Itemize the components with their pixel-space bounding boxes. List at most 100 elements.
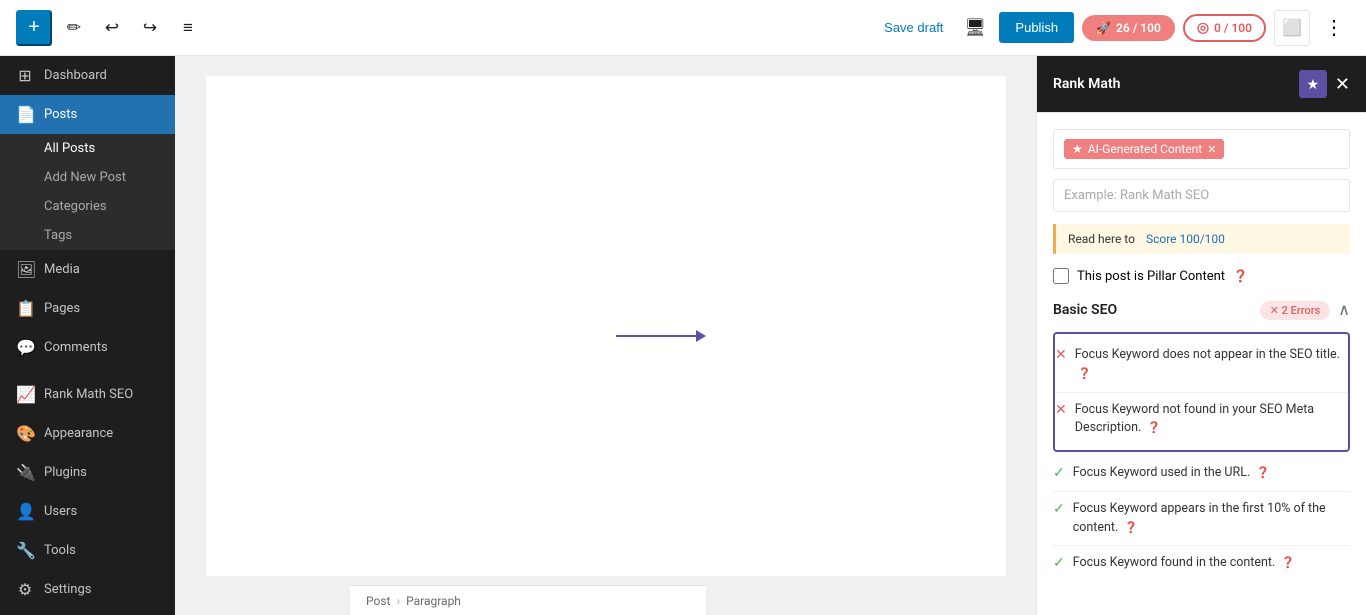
check-text-5: Focus Keyword found in the content. ❓ [1073, 554, 1350, 573]
section-toggle-button[interactable]: ∧ [1338, 300, 1350, 320]
sidebar-item-comments[interactable]: 💬 Comments [0, 328, 175, 367]
keyword-remove-button[interactable]: ✕ [1207, 143, 1216, 156]
tools-icon: 🔧 [16, 541, 34, 560]
help-icon-5[interactable]: ❓ [1281, 556, 1295, 569]
undo-button[interactable]: ↩ [96, 12, 128, 44]
collapse-menu-button[interactable]: ◀ Collapse menu [0, 609, 175, 615]
toolbar-right: Save draft 🖥 Publish 🚀 26 / 100 ◎ 0 / 10… [876, 10, 1350, 46]
pillar-help-icon[interactable]: ❓ [1233, 269, 1248, 283]
list-view-icon[interactable]: ≡ [172, 12, 204, 44]
sidebar-item-appearance[interactable]: 🎨 Appearance [0, 414, 175, 453]
sidebar-item-pages[interactable]: 📋 Pages [0, 289, 175, 328]
pillar-label: This post is Pillar Content [1077, 269, 1225, 284]
check-text-2: Focus Keyword not found in your SEO Meta… [1075, 401, 1348, 439]
editor-canvas[interactable] [206, 76, 1006, 576]
keyword-tag: ★ AI-Generated Content ✕ [1064, 139, 1224, 159]
sidebar-all-posts[interactable]: All Posts [0, 134, 175, 163]
posts-icon: 📄 [16, 105, 34, 124]
score-tip: Read here to Score 100/100 [1053, 224, 1350, 254]
seo-check-item: ✓ Focus Keyword found in the content. ❓ [1053, 546, 1350, 581]
seo-check-item: ✕ Focus Keyword not found in your SEO Me… [1055, 393, 1348, 447]
more-options-button[interactable]: ⋮ [1318, 12, 1350, 44]
help-icon-3[interactable]: ❓ [1256, 466, 1270, 479]
sidebar-rank-math-label: Rank Math SEO [44, 387, 133, 402]
sidebar-add-new[interactable]: Add New Post [0, 163, 175, 192]
panel-title: Rank Math [1053, 76, 1120, 92]
sidebar-posts-submenu: All Posts Add New Post Categories Tags [0, 134, 175, 250]
toolbar-left: + ✏ ↩ ↪ ≡ [16, 10, 204, 46]
breadcrumb-paragraph: Paragraph [406, 594, 461, 608]
seo-score-badge-red[interactable]: ◎ 0 / 100 [1183, 14, 1266, 42]
sidebar-users-label: Users [44, 504, 77, 519]
sidebar-item-posts[interactable]: 📄 Posts [0, 95, 175, 134]
error-icon-2: ✕ [1055, 402, 1067, 418]
split-view-button[interactable]: ⬜ [1274, 10, 1310, 46]
users-icon: 👤 [16, 502, 34, 521]
success-icon-5: ✓ [1053, 555, 1065, 571]
seo-check-item: ✓ Focus Keyword appears in the first 10%… [1053, 492, 1350, 547]
arrow-head [696, 330, 706, 342]
monitor-icon[interactable]: 🖥 [959, 12, 991, 44]
circle-icon: ◎ [1197, 20, 1209, 36]
sidebar-item-plugins[interactable]: 🔌 Plugins [0, 453, 175, 492]
score-tip-text: Read here to [1068, 232, 1135, 246]
rank-math-icon: 📈 [16, 385, 34, 404]
sidebar-tools-label: Tools [44, 543, 76, 558]
sidebar-posts-label: Posts [44, 107, 77, 122]
top-toolbar: + ✏ ↩ ↪ ≡ Save draft 🖥 Publish 🚀 26 / 10… [0, 0, 1366, 56]
publish-button[interactable]: Publish [999, 12, 1074, 43]
edit-icon[interactable]: ✏ [58, 12, 90, 44]
sidebar-appearance-label: Appearance [44, 426, 113, 441]
breadcrumb-post: Post [366, 594, 390, 608]
dashboard-icon: ⊞ [16, 66, 34, 85]
sidebar-item-rank-math[interactable]: 📈 Rank Math SEO [0, 375, 175, 414]
sidebar-item-tools[interactable]: 🔧 Tools [0, 531, 175, 570]
seo-checks-list: ✕ Focus Keyword does not appear in the S… [1053, 332, 1350, 581]
check-text-1: Focus Keyword does not appear in the SEO… [1075, 346, 1348, 384]
save-draft-button[interactable]: Save draft [876, 14, 951, 41]
keyword-placeholder-field[interactable]: Example: Rank Math SEO [1053, 179, 1350, 212]
basic-seo-title: Basic SEO [1053, 302, 1117, 318]
breadcrumb-separator: › [396, 594, 400, 608]
panel-header-actions: ★ ✕ [1299, 70, 1350, 98]
sidebar-categories[interactable]: Categories [0, 192, 175, 221]
editor-area[interactable]: Post › Paragraph [175, 56, 1036, 615]
keyword-tag-text: AI-Generated Content [1088, 142, 1202, 156]
help-icon-4[interactable]: ❓ [1124, 521, 1138, 534]
seo-score-value-red: 0 / 100 [1214, 21, 1252, 35]
check-text-3: Focus Keyword used in the URL. ❓ [1073, 464, 1350, 483]
seo-score-badge-orange[interactable]: 🚀 26 / 100 [1082, 15, 1175, 41]
sidebar-plugins-label: Plugins [44, 465, 87, 480]
error-badge: ✕ 2 Errors [1260, 301, 1331, 320]
success-icon-3: ✓ [1053, 465, 1065, 481]
error-icon-1: ✕ [1055, 347, 1067, 363]
comments-icon: 💬 [16, 338, 34, 357]
seo-check-item: ✕ Focus Keyword does not appear in the S… [1055, 338, 1348, 393]
seo-score-value-orange: 26 / 100 [1116, 21, 1161, 35]
appearance-icon: 🎨 [16, 424, 34, 443]
plugins-icon: 🔌 [16, 463, 34, 482]
sidebar-dashboard-label: Dashboard [44, 68, 107, 83]
sidebar-tags[interactable]: Tags [0, 221, 175, 250]
sidebar-media-label: Media [44, 262, 80, 277]
pillar-checkbox[interactable] [1053, 268, 1069, 284]
tag-star-icon: ★ [1072, 142, 1083, 156]
pages-icon: 📋 [16, 299, 34, 318]
close-panel-button[interactable]: ✕ [1335, 75, 1350, 93]
sidebar-item-media[interactable]: 🖼 Media [0, 250, 175, 289]
star-button[interactable]: ★ [1299, 70, 1327, 98]
sidebar-item-settings[interactable]: ⚙ Settings [0, 570, 175, 609]
media-icon: 🖼 [16, 260, 34, 279]
check-text-4: Focus Keyword appears in the first 10% o… [1073, 500, 1350, 538]
seo-check-item: ✓ Focus Keyword used in the URL. ❓ [1053, 456, 1350, 492]
add-block-button[interactable]: + [16, 10, 52, 46]
keyword-input-area[interactable]: ★ AI-Generated Content ✕ [1053, 129, 1350, 169]
help-icon-1[interactable]: ❓ [1078, 367, 1092, 380]
help-icon-2[interactable]: ❓ [1147, 421, 1161, 434]
sidebar-item-users[interactable]: 👤 Users [0, 492, 175, 531]
sidebar-item-dashboard[interactable]: ⊞ Dashboard [0, 56, 175, 95]
sidebar-comments-label: Comments [44, 340, 108, 355]
redo-button[interactable]: ↪ [134, 12, 166, 44]
score-tip-link[interactable]: Score 100/100 [1146, 232, 1225, 246]
basic-seo-section-header: Basic SEO ✕ 2 Errors ∧ [1053, 300, 1350, 320]
